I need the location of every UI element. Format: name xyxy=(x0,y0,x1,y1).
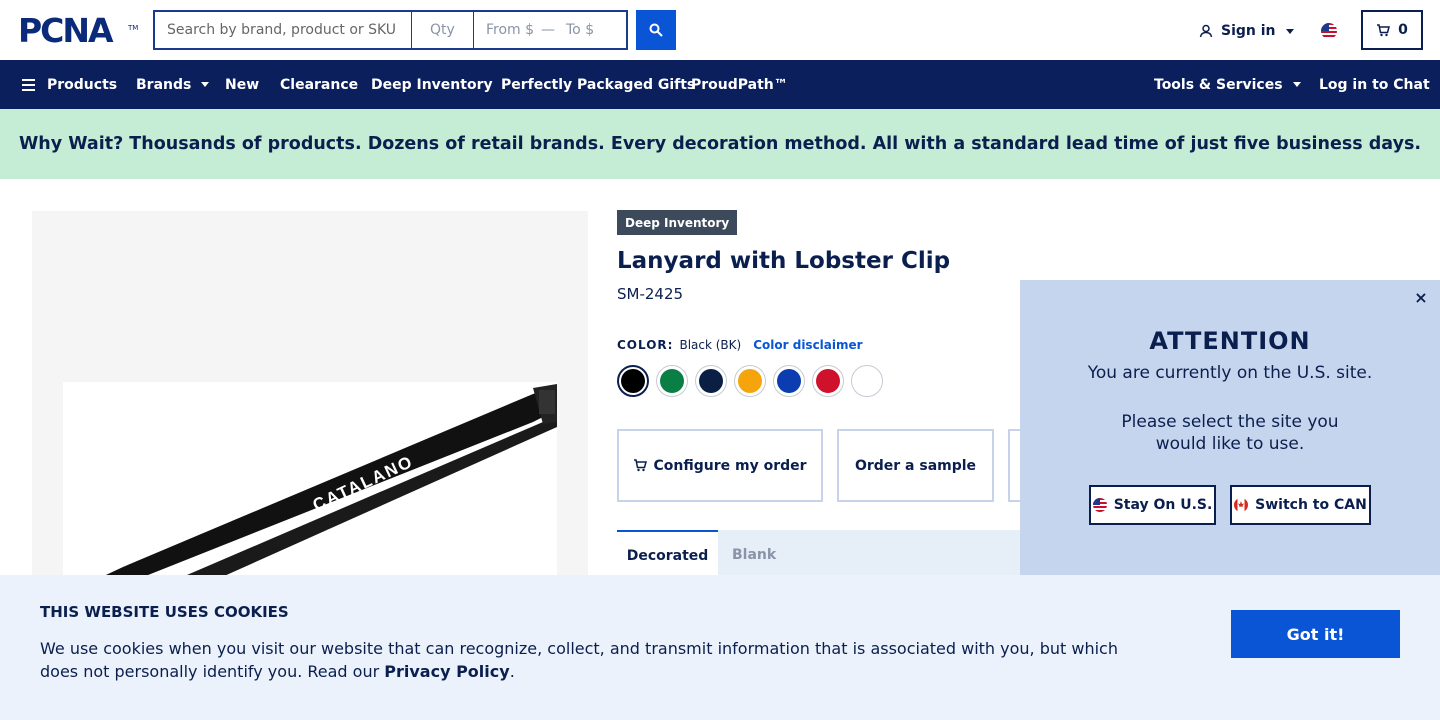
modal-prompt-line1: Please select the site you xyxy=(1121,412,1339,432)
nav-gifts[interactable]: Perfectly Packaged Gifts xyxy=(501,60,695,109)
configure-order-button[interactable]: Configure my order xyxy=(617,429,823,502)
swatch-royal-blue-fill xyxy=(777,369,801,393)
swatch-navy-fill xyxy=(699,369,723,393)
switch-to-can-label: Switch to CAN xyxy=(1255,497,1367,513)
cookie-title: THIS WEBSITE USES COOKIES xyxy=(40,603,289,621)
tab-blank[interactable]: Blank xyxy=(732,530,776,580)
top-header: PCNA TM Search by brand, product or SKU … xyxy=(0,0,1440,60)
cart-icon xyxy=(634,459,648,472)
logo-trademark: TM xyxy=(128,24,139,32)
us-flag-icon xyxy=(1092,498,1107,512)
sign-in-menu[interactable]: Sign in xyxy=(1199,20,1294,42)
cookie-text-end: . xyxy=(509,662,515,681)
nav-log-in-to-chat[interactable]: Log in to Chat xyxy=(1319,60,1430,109)
swatch-white[interactable] xyxy=(851,365,883,397)
swatch-black-fill xyxy=(621,369,645,393)
color-row: COLOR: Black (BK) Color disclaimer xyxy=(617,338,863,352)
order-sample-button[interactable]: Order a sample xyxy=(837,429,994,502)
nav-clearance[interactable]: Clearance xyxy=(280,60,358,109)
stay-on-us-button[interactable]: Stay On U.S. xyxy=(1089,485,1216,525)
swatch-orange[interactable] xyxy=(734,365,766,397)
switch-to-can-button[interactable]: Switch to CAN xyxy=(1230,485,1371,525)
swatch-navy[interactable] xyxy=(695,365,727,397)
close-icon[interactable]: × xyxy=(1413,288,1429,307)
tab-decorated[interactable]: Decorated xyxy=(617,530,718,580)
cart-button[interactable]: 0 xyxy=(1361,10,1423,50)
cart-icon xyxy=(1377,23,1391,36)
chevron-down-icon xyxy=(1292,82,1301,87)
qty-input[interactable]: Qty xyxy=(412,12,474,48)
nav-new[interactable]: New xyxy=(225,60,259,109)
logo-text: PCNA xyxy=(18,11,114,50)
modal-current-site: You are currently on the U.S. site. xyxy=(1087,363,1373,383)
nav-deep-inventory[interactable]: Deep Inventory xyxy=(371,60,493,109)
swatch-orange-fill xyxy=(738,369,762,393)
sign-in-label: Sign in xyxy=(1221,23,1276,39)
product-image[interactable]: CATALANO CATALANO xyxy=(63,382,557,581)
search-input[interactable]: Search by brand, product or SKU xyxy=(155,12,412,48)
cart-count: 0 xyxy=(1398,22,1408,38)
main-nav: Products Brands New Clearance Deep Inven… xyxy=(0,60,1440,109)
swatch-red-fill xyxy=(816,369,840,393)
stay-on-us-label: Stay On U.S. xyxy=(1113,497,1213,513)
price-to-input[interactable]: To $ xyxy=(564,12,626,48)
cookie-text-body: We use cookies when you visit our websit… xyxy=(40,639,1118,681)
swatch-black[interactable] xyxy=(617,365,649,397)
swatch-red[interactable] xyxy=(812,365,844,397)
nav-tools-services[interactable]: Tools & Services xyxy=(1154,60,1301,109)
color-value: Black (BK) xyxy=(679,338,742,352)
nav-products[interactable]: Products xyxy=(22,60,117,109)
pcna-logo[interactable]: PCNA xyxy=(18,14,136,47)
product-sku: SM-2425 xyxy=(617,285,684,303)
configure-order-label: Configure my order xyxy=(653,457,807,474)
hamburger-icon xyxy=(22,78,35,91)
color-label: COLOR: xyxy=(617,338,674,352)
nav-tools-label: Tools & Services xyxy=(1154,76,1283,93)
search-bar: Search by brand, product or SKU Qty From… xyxy=(153,10,628,50)
price-from-input[interactable]: From $ xyxy=(474,12,534,48)
search-icon xyxy=(649,23,663,37)
color-swatches xyxy=(617,365,883,397)
nav-brands[interactable]: Brands xyxy=(136,60,210,109)
nav-proudpath[interactable]: ProudPath™ xyxy=(691,60,788,109)
price-range-dash: — xyxy=(541,22,555,38)
nav-products-label: Products xyxy=(47,76,118,93)
swatch-green-fill xyxy=(660,369,684,393)
swatch-green[interactable] xyxy=(656,365,688,397)
modal-title: ATTENTION xyxy=(1149,327,1311,355)
got-it-button[interactable]: Got it! xyxy=(1231,610,1400,658)
privacy-policy-link[interactable]: Privacy Policy xyxy=(384,662,509,681)
promo-banner: Why Wait? Thousands of products. Dozens … xyxy=(0,109,1440,179)
chevron-down-icon xyxy=(201,82,210,87)
product-title: Lanyard with Lobster Clip xyxy=(617,248,951,274)
user-icon xyxy=(1199,24,1213,38)
chevron-down-icon xyxy=(1285,28,1294,34)
cookie-text: We use cookies when you visit our websit… xyxy=(40,637,1140,683)
search-button[interactable] xyxy=(636,10,676,50)
site-select-modal: × ATTENTION You are currently on the U.S… xyxy=(1020,280,1440,580)
product-image-panel: CATALANO CATALANO xyxy=(32,211,588,581)
promo-banner-text: Why Wait? Thousands of products. Dozens … xyxy=(18,134,1422,154)
swatch-white-fill xyxy=(855,369,879,393)
cookie-banner: THIS WEBSITE USES COOKIES We use cookies… xyxy=(0,575,1440,720)
nav-brands-label: Brands xyxy=(136,76,192,93)
deep-inventory-badge: Deep Inventory xyxy=(617,210,738,235)
us-flag-icon[interactable] xyxy=(1321,23,1337,39)
swatch-royal-blue[interactable] xyxy=(773,365,805,397)
color-disclaimer-link[interactable]: Color disclaimer xyxy=(753,338,862,352)
modal-prompt-line2: would like to use. xyxy=(1155,434,1305,454)
canada-flag-icon xyxy=(1234,498,1249,512)
